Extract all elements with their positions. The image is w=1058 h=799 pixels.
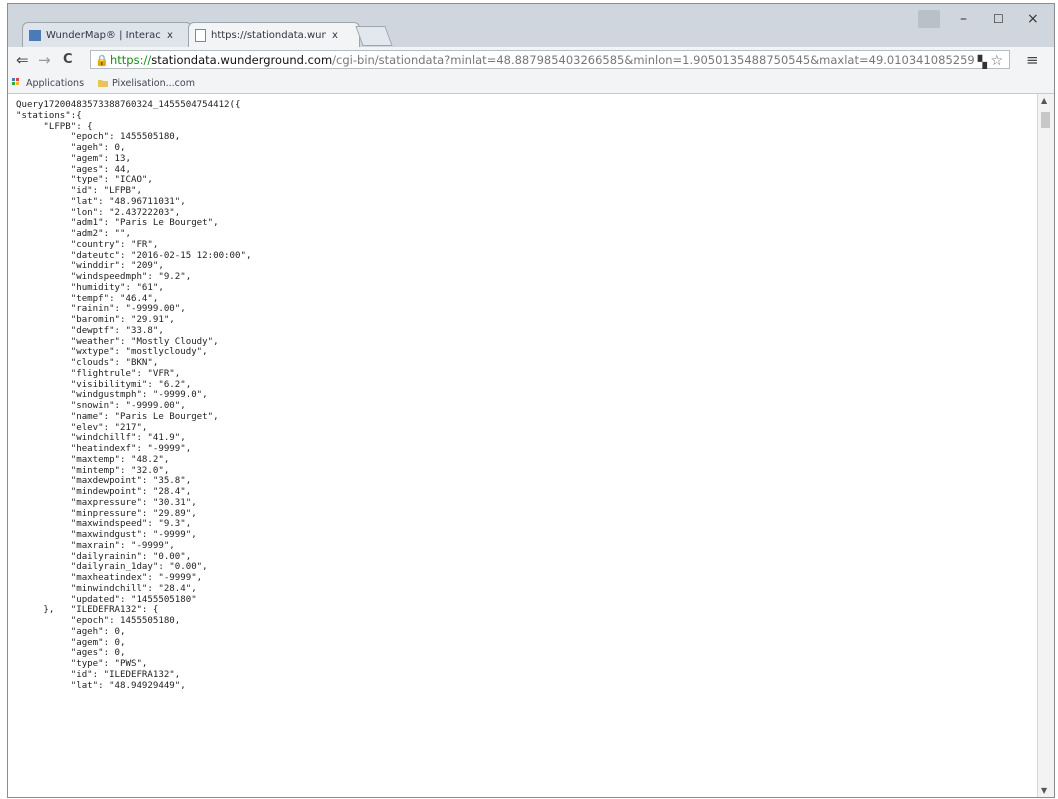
json-line: "maxwindspeed": "9.3", — [16, 519, 192, 530]
json-line: "lon": "2.43722203", — [16, 207, 181, 218]
bookmark-label: Pixelisation...com — [112, 77, 195, 89]
json-line: "snowin": "-9999.00", — [16, 401, 186, 411]
address-bar[interactable]: 🔒 https:// stationdata.wunderground.com … — [90, 50, 1010, 69]
json-line: "visibilitymi": "6.2", — [16, 379, 192, 390]
json-line: "tempf": "46.4", — [16, 293, 159, 304]
json-line: "type": "ICAO", — [16, 175, 153, 186]
json-line: "flightrule": "VFR", — [16, 368, 181, 379]
chrome-menu-icon[interactable]: ≡ — [1026, 51, 1039, 69]
json-line: "maxpressure": "30.31", — [16, 497, 197, 508]
tab-title: https://stationdata.wunde — [211, 29, 326, 41]
json-line: "stations":{ — [16, 110, 82, 121]
lock-icon: 🔒 — [95, 54, 109, 67]
json-line: "dailyrainin": "0.00", — [16, 551, 192, 562]
json-line: Query17200483573388760324_1455504754412(… — [16, 100, 241, 110]
json-line: "windgustmph": "-9999.0", — [16, 390, 208, 401]
scroll-up-icon[interactable]: ▲ — [1041, 96, 1047, 105]
json-line: "rainin": "-9999.00", — [16, 304, 186, 315]
tab-stationdata[interactable]: https://stationdata.wunde x — [188, 22, 360, 47]
apps-grid-icon — [12, 78, 19, 85]
json-line: }, "ILEDEFRA132": { — [16, 605, 159, 616]
json-line: "winddir": "209", — [16, 261, 164, 272]
bookmark-label: Applications — [26, 77, 85, 89]
json-line: "humidity": "61", — [16, 282, 164, 293]
json-line: "weather": "Mostly Cloudy", — [16, 336, 219, 347]
url-path: /cgi-bin/stationdata?minlat=48.887985403… — [332, 52, 975, 67]
json-line: "epoch": 1455505180, — [16, 132, 181, 143]
browser-toolbar: ⇐ → C 🔒 https:// stationdata.wundergroun… — [8, 47, 1054, 73]
forward-button[interactable]: → — [38, 51, 51, 69]
document-favicon-icon — [195, 28, 206, 42]
json-line: "dewptf": "33.8", — [16, 325, 164, 336]
bookmark-folder[interactable]: Pixelisation...com — [98, 78, 195, 89]
json-line: "wxtype": "mostlycloudy", — [16, 347, 208, 358]
tab-close-icon[interactable]: x — [332, 30, 338, 41]
title-bar: WunderMap® | Interactiv x https://statio… — [8, 4, 1054, 47]
json-line: "mintemp": "32.0", — [16, 465, 170, 476]
json-line: "adm2": "", — [16, 229, 131, 239]
json-line: "epoch": 1455505180, — [16, 616, 181, 626]
folder-icon — [98, 80, 109, 87]
json-line: "ages": 0, — [16, 648, 126, 659]
user-profile-icon[interactable] — [918, 10, 940, 28]
json-line: "maxrain": "-9999", — [16, 540, 175, 551]
back-button[interactable]: ⇐ — [16, 51, 29, 69]
json-line: "minwindchill": "28.4", — [16, 583, 197, 594]
json-line: "windchillf": "41.9", — [16, 433, 186, 444]
json-line: "name": "Paris Le Bourget", — [16, 411, 219, 422]
json-line: "lat": "48.94929449", — [16, 680, 186, 691]
minimize-button[interactable]: – — [960, 11, 967, 27]
json-line: "maxwindgust": "-9999", — [16, 530, 197, 540]
page-action-icon[interactable]: ▚ — [978, 55, 987, 69]
json-line: "clouds": "BKN", — [16, 358, 159, 368]
json-line: "agem": 13, — [16, 153, 131, 164]
json-line: "baromin": "29.91", — [16, 315, 175, 325]
json-line: "maxtemp": "48.2", — [16, 454, 170, 465]
json-line: "maxdewpoint": "35.8", — [16, 476, 192, 487]
url-host: stationdata.wunderground.com — [151, 52, 333, 67]
json-line: "minpressure": "29.89", — [16, 508, 197, 519]
json-line: "country": "FR", — [16, 239, 159, 250]
bookmarks-bar: Applications Pixelisation...com — [8, 73, 1054, 94]
maximize-button[interactable]: ☐ — [993, 12, 1004, 26]
tab-close-icon[interactable]: x — [167, 30, 173, 41]
json-response-text: Query17200483573388760324_1455504754412(… — [8, 94, 1038, 797]
json-line: "ageh": 0, — [16, 626, 126, 637]
json-line: "id": "ILEDEFRA132", — [16, 669, 181, 680]
new-tab-button[interactable] — [355, 26, 393, 46]
vertical-scrollbar[interactable]: ▲ ▼ — [1037, 94, 1054, 797]
bookmark-star-icon[interactable]: ☆ — [990, 53, 1003, 69]
json-line: "LFPB": { — [16, 121, 93, 132]
bookmark-applications[interactable]: Applications — [12, 78, 84, 89]
json-line: "updated": "1455505180" — [16, 594, 197, 605]
json-line: "dailyrain_1day": "0.00", — [16, 562, 208, 573]
json-line: "elev": "217", — [16, 422, 148, 433]
json-line: "agem": 0, — [16, 637, 126, 648]
close-window-button[interactable]: × — [1027, 11, 1039, 27]
browser-window: WunderMap® | Interactiv x https://statio… — [7, 3, 1055, 798]
json-line: "maxheatindex": "-9999", — [16, 573, 203, 583]
json-line: "lat": "48.96711031", — [16, 196, 186, 207]
wunderground-favicon-icon — [29, 29, 41, 41]
reload-button[interactable]: C — [63, 52, 73, 67]
json-line: "windspeedmph": "9.2", — [16, 272, 192, 282]
tab-title: WunderMap® | Interactiv — [46, 29, 161, 41]
json-line: "ages": 44, — [16, 164, 131, 175]
tab-wundermap[interactable]: WunderMap® | Interactiv x — [22, 22, 192, 47]
url-scheme: https:// — [110, 52, 152, 67]
json-line: "adm1": "Paris Le Bourget", — [16, 218, 219, 229]
json-line: "type": "PWS", — [16, 659, 148, 669]
json-line: "dateutc": "2016-02-15 12:00:00", — [16, 250, 252, 261]
scroll-down-icon[interactable]: ▼ — [1041, 786, 1047, 795]
json-line: "heatindexf": "-9999", — [16, 444, 192, 454]
json-line: "ageh": 0, — [16, 143, 126, 153]
scrollbar-thumb[interactable] — [1041, 112, 1050, 128]
json-line: "mindewpoint": "28.4", — [16, 487, 192, 497]
json-line: "id": "LFPB", — [16, 186, 142, 196]
